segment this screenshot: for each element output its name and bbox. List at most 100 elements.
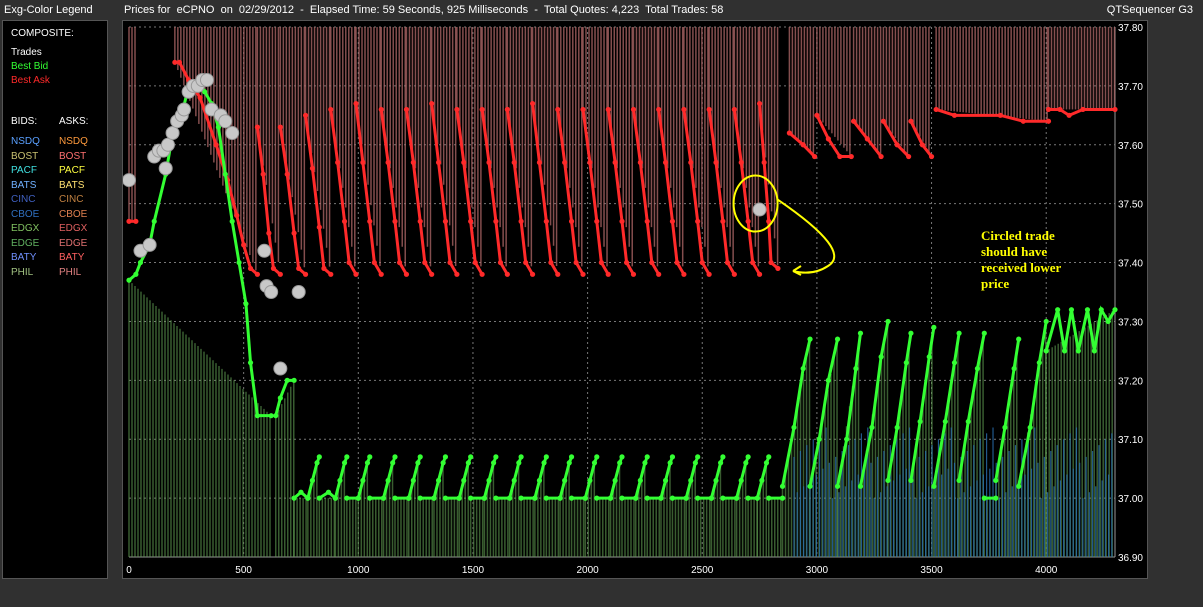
best-bid-point <box>844 436 850 442</box>
best-ask-point <box>894 142 900 148</box>
legend-bid-cinc: CINC <box>11 194 36 205</box>
legend-ask-cboe: CBOE <box>59 208 88 220</box>
x-tick-label: 500 <box>235 565 252 576</box>
trade-point <box>273 361 288 376</box>
best-bid-point <box>568 454 575 460</box>
best-bid-point <box>853 365 859 372</box>
best-bid-point <box>1036 360 1042 366</box>
best-ask-point <box>472 259 478 266</box>
best-ask-point <box>864 136 870 142</box>
trade-point <box>165 126 180 140</box>
best-ask-point <box>848 153 854 160</box>
legend-ask-baty: BATY <box>59 252 85 263</box>
best-bid-point <box>1055 307 1061 313</box>
best-ask-point <box>529 271 536 277</box>
best-ask-point <box>454 271 460 277</box>
best-bid-point <box>516 460 522 466</box>
best-ask-point <box>756 271 763 277</box>
best-bid-point <box>291 495 297 501</box>
legend-bid-edge: EDGE <box>11 237 40 249</box>
best-bid-point <box>332 495 338 501</box>
best-bid-point <box>738 477 744 484</box>
best-bid-point <box>406 495 412 501</box>
best-ask-point <box>850 118 857 124</box>
best-ask-point <box>587 159 593 166</box>
legend-best-bid: Best Bid <box>11 61 49 72</box>
best-bid-point <box>518 495 524 501</box>
x-time-label: 09:37:58 <box>912 577 951 578</box>
best-bid-point <box>779 495 786 501</box>
best-bid-point <box>745 454 751 460</box>
best-ask-point <box>1080 106 1086 113</box>
best-ask-point <box>997 112 1003 118</box>
best-ask-point <box>346 259 352 266</box>
best-ask-point <box>360 159 366 166</box>
best-ask-point <box>750 259 756 266</box>
best-bid-point <box>468 495 474 501</box>
best-bid-point <box>1105 318 1111 325</box>
best-bid-point <box>1061 348 1068 354</box>
legend-bid-nsdq: NSDQ <box>11 136 40 147</box>
best-bid-point <box>456 495 462 501</box>
best-ask-point <box>197 95 203 101</box>
best-ask-point <box>594 218 600 224</box>
best-bid-point <box>1112 307 1118 313</box>
best-bid-point <box>314 460 320 466</box>
trade-point <box>177 102 192 117</box>
best-bid-point <box>956 330 962 336</box>
best-bid-point <box>316 495 322 501</box>
best-bid-point <box>993 477 999 484</box>
best-ask-point <box>241 242 247 248</box>
best-ask-point <box>277 124 283 130</box>
best-bid-point <box>662 477 669 484</box>
best-ask-point <box>543 218 549 224</box>
best-ask-point <box>254 271 261 277</box>
best-ask-point <box>302 271 309 277</box>
best-bid-point <box>734 495 740 501</box>
best-bid-point <box>800 365 806 372</box>
y-tick-label: 37.50 <box>1118 200 1143 211</box>
best-ask-point <box>270 265 277 272</box>
app-name: QTSequencer G3 <box>1106 4 1193 16</box>
legend-asks-label: ASKS: <box>59 116 89 127</box>
best-bid-point <box>951 360 958 366</box>
best-bid-point <box>417 454 423 460</box>
best-bid-point <box>619 454 625 460</box>
legend-trades: Trades <box>11 47 42 58</box>
trade-point <box>158 161 173 176</box>
best-ask-point <box>786 130 792 136</box>
best-bid-point <box>617 460 623 466</box>
best-bid-point <box>1075 348 1081 354</box>
best-bid-point <box>834 483 841 489</box>
best-bid-point <box>1027 424 1033 431</box>
legend-composite-label: COMPOSITE: <box>11 28 74 39</box>
best-ask-point <box>309 165 316 171</box>
best-ask-point <box>213 142 219 148</box>
best-bid-point <box>507 495 513 501</box>
best-ask-point <box>695 218 701 224</box>
annotation-line: should have <box>981 244 1048 259</box>
best-ask-point <box>656 106 662 113</box>
best-bid-point <box>562 477 568 484</box>
best-bid-point <box>490 460 497 466</box>
x-tick-label: 2500 <box>691 565 714 576</box>
best-ask-point <box>378 271 384 277</box>
best-ask-point <box>812 153 818 160</box>
best-ask-point <box>908 118 914 124</box>
best-ask-point <box>518 218 524 224</box>
trade-point <box>160 137 175 152</box>
trade-point <box>752 202 767 217</box>
best-bid-point <box>926 354 932 360</box>
best-ask-point <box>254 124 261 130</box>
best-bid-point <box>908 477 914 484</box>
best-ask-point <box>296 265 302 272</box>
best-ask-point <box>454 106 460 113</box>
best-bid-point <box>435 477 442 484</box>
best-ask-point <box>367 218 373 224</box>
x-time-label: 09:37:57 <box>797 577 836 578</box>
legend-ask-nsdq: NSDQ <box>59 136 88 147</box>
x-time-label: 09:37:56 <box>683 577 722 578</box>
legend-ask-phil: PHIL <box>59 266 82 278</box>
best-ask-point <box>529 100 536 107</box>
best-ask-point <box>410 159 416 166</box>
